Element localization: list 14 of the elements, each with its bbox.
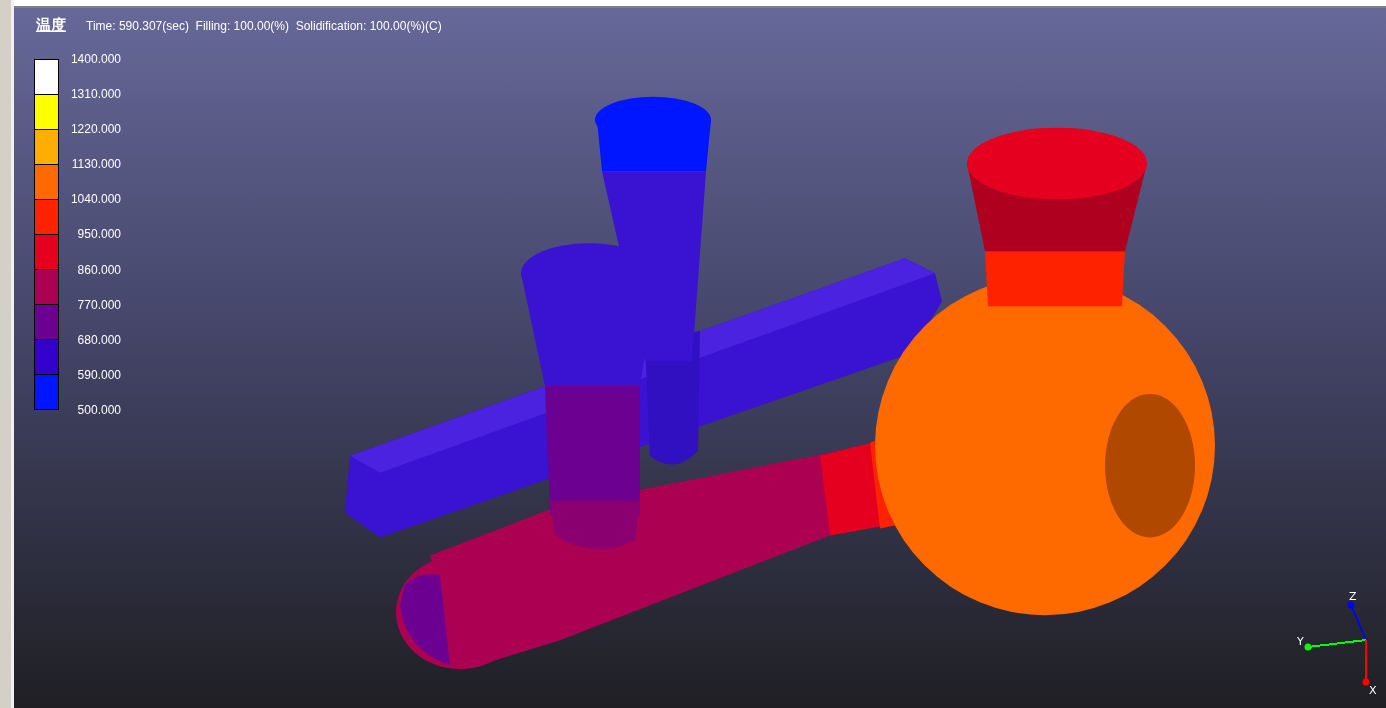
scale-value: 860.000 — [76, 261, 121, 279]
scale-value: 1400.000 — [69, 51, 121, 68]
scale-value: 770.000 — [76, 296, 121, 314]
axis-triad-drawing: Z Y X — [1296, 590, 1376, 700]
scale-value: 680.000 — [76, 331, 121, 349]
scale-value: 590.000 — [76, 366, 121, 384]
scale-value: 1220.000 — [69, 121, 121, 139]
scale-value: 950.000 — [76, 226, 121, 244]
scale-value: 1310.000 — [69, 86, 121, 104]
simulation-info: Time: 590.307(sec) Filling: 100.00(%) Solidification: 100.00(%)(C) — [86, 18, 442, 33]
result-title: 温度 — [36, 16, 66, 35]
scale-value: 1040.000 — [69, 191, 121, 209]
scale-value: 500.000 — [76, 401, 121, 419]
scale-value: 1130.000 — [70, 156, 121, 174]
